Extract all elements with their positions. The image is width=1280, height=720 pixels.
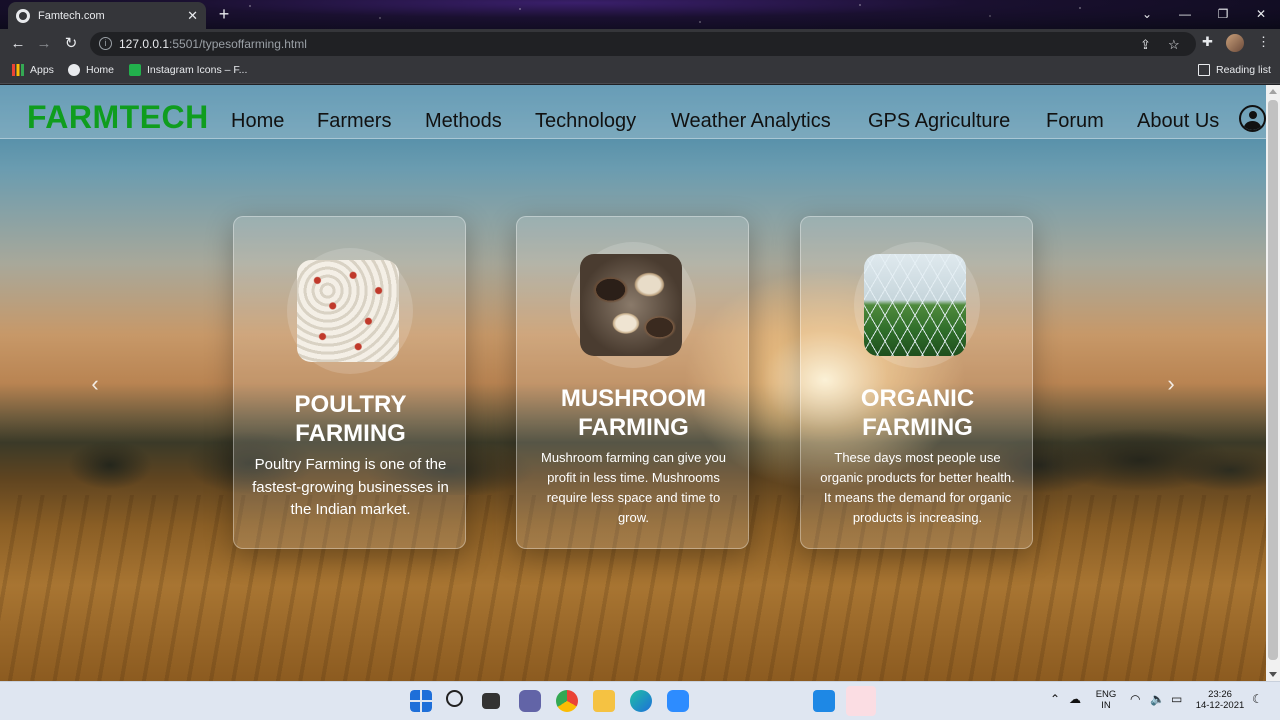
card-description: Poultry Farming is one of the fastest-gr… (252, 456, 449, 518)
browser-tab[interactable]: Famtech.com ✕ (8, 2, 206, 29)
chrome-icon[interactable] (556, 690, 578, 712)
volume-icon[interactable]: 🔈 (1150, 693, 1165, 705)
share-icon[interactable]: ⇪ (1140, 37, 1151, 53)
carousel-next-arrow[interactable]: › (1161, 372, 1181, 396)
card-description: Mushroom farming can give you profit in … (541, 450, 726, 525)
carousel-prev-arrow[interactable]: ‹ (85, 372, 105, 396)
card-description: These days most people use organic produ… (820, 450, 1015, 525)
windows-taskbar: ⌃ ☁ ENG IN ◠ 🔈 ▭ 23:26 14-12-2021 ☾ (0, 681, 1280, 720)
clock[interactable]: 23:26 14-12-2021 (1194, 689, 1246, 711)
bookmark-apps[interactable]: Apps (12, 64, 54, 76)
close-tab-icon[interactable]: ✕ (187, 8, 198, 24)
greenhouse-image (864, 254, 966, 356)
zoom-icon[interactable] (667, 690, 689, 712)
user-account-icon[interactable] (1239, 105, 1266, 132)
language-indicator[interactable]: ENG IN (1094, 689, 1118, 711)
new-tab-button[interactable]: + (213, 3, 235, 25)
notifications-icon[interactable]: ☾ (1252, 693, 1263, 705)
site-logo[interactable]: FARMTECH (27, 99, 209, 136)
tab-title: Famtech.com (38, 9, 105, 22)
card-organic-farming[interactable]: ORGANIC FARMING These days most people u… (800, 216, 1033, 549)
browser-toolbar: ← → ↻ i 127.0.0.1:5501/typesoffarming.ht… (0, 29, 1280, 58)
mushroom-bowl-image (580, 254, 682, 356)
page-viewport: FARMTECH Home Farmers Methods Technology… (0, 85, 1266, 681)
pinned-app-icon[interactable] (846, 686, 876, 716)
task-view-icon[interactable] (482, 693, 500, 709)
minimize-button[interactable]: — (1166, 0, 1204, 29)
info-icon[interactable]: i (99, 37, 112, 50)
reload-button[interactable]: ↻ (60, 33, 82, 55)
nav-technology[interactable]: Technology (535, 110, 636, 133)
wifi-icon[interactable]: ◠ (1130, 693, 1140, 705)
bookmark-star-icon[interactable]: ☆ (1168, 37, 1180, 53)
battery-icon[interactable]: ▭ (1171, 693, 1182, 705)
search-icon[interactable] (446, 690, 463, 707)
site-navbar: FARMTECH Home Farmers Methods Technology… (0, 85, 1266, 139)
poultry-farm-image (297, 260, 399, 362)
bookmarks-bar: Apps Home Instagram Icons – F... Reading… (0, 58, 1280, 84)
address-bar[interactable]: i 127.0.0.1:5501/typesoffarming.html ⇪ ☆ (90, 32, 1196, 56)
bookmark-favicon-icon (129, 64, 141, 76)
onedrive-icon[interactable]: ☁ (1069, 693, 1081, 705)
scroll-down-icon[interactable] (1269, 672, 1277, 677)
tab-search-button[interactable]: ⌄ (1128, 0, 1166, 29)
scroll-up-icon[interactable] (1269, 89, 1277, 94)
card-title: POULTRY FARMING (294, 391, 407, 447)
chevron-up-icon[interactable]: ⌃ (1050, 693, 1060, 705)
globe-icon (16, 8, 30, 23)
nav-weather-analytics[interactable]: Weather Analytics (671, 110, 831, 133)
close-window-button[interactable]: ✕ (1242, 0, 1280, 29)
nav-about-us[interactable]: About Us (1137, 110, 1219, 133)
url-text: 127.0.0.1:5501/typesoffarming.html (119, 37, 307, 51)
nav-home[interactable]: Home (231, 110, 284, 133)
browser-titlebar: Famtech.com ✕ + ⌄ — ❐ ✕ (0, 0, 1280, 29)
globe-icon (68, 64, 80, 76)
bookmark-home[interactable]: Home (68, 64, 114, 76)
card-poultry-farming[interactable]: POULTRY FARMING Poultry Farming is one o… (233, 216, 466, 549)
page-scrollbar[interactable] (1266, 85, 1280, 681)
teams-chat-icon[interactable] (519, 690, 541, 712)
reading-list-icon (1198, 64, 1210, 76)
edge-icon[interactable] (630, 690, 652, 712)
card-title: ORGANIC FARMING (860, 385, 975, 441)
nav-gps-agriculture[interactable]: GPS Agriculture (868, 110, 1010, 133)
card-mushroom-farming[interactable]: MUSHROOM FARMING Mushroom farming can gi… (516, 216, 749, 549)
menu-icon[interactable]: ⋮ (1257, 34, 1270, 50)
nav-forum[interactable]: Forum (1046, 110, 1104, 133)
extensions-icon[interactable]: ✚ (1202, 34, 1213, 50)
start-icon[interactable] (410, 690, 432, 712)
nav-methods[interactable]: Methods (425, 110, 502, 133)
profile-avatar[interactable] (1226, 34, 1244, 52)
maximize-button[interactable]: ❐ (1204, 0, 1242, 29)
reading-list-button[interactable]: Reading list (1198, 64, 1271, 76)
scrollbar-thumb[interactable] (1268, 100, 1278, 660)
bookmark-instagram-icons[interactable]: Instagram Icons – F... (129, 64, 247, 76)
back-button[interactable]: ← (7, 33, 29, 55)
card-title: MUSHROOM FARMING (560, 385, 707, 441)
file-explorer-icon[interactable] (593, 690, 615, 712)
forward-button[interactable]: → (33, 33, 55, 55)
vscode-icon[interactable] (813, 690, 835, 712)
nav-farmers[interactable]: Farmers (317, 110, 391, 133)
apps-grid-icon (12, 64, 24, 76)
